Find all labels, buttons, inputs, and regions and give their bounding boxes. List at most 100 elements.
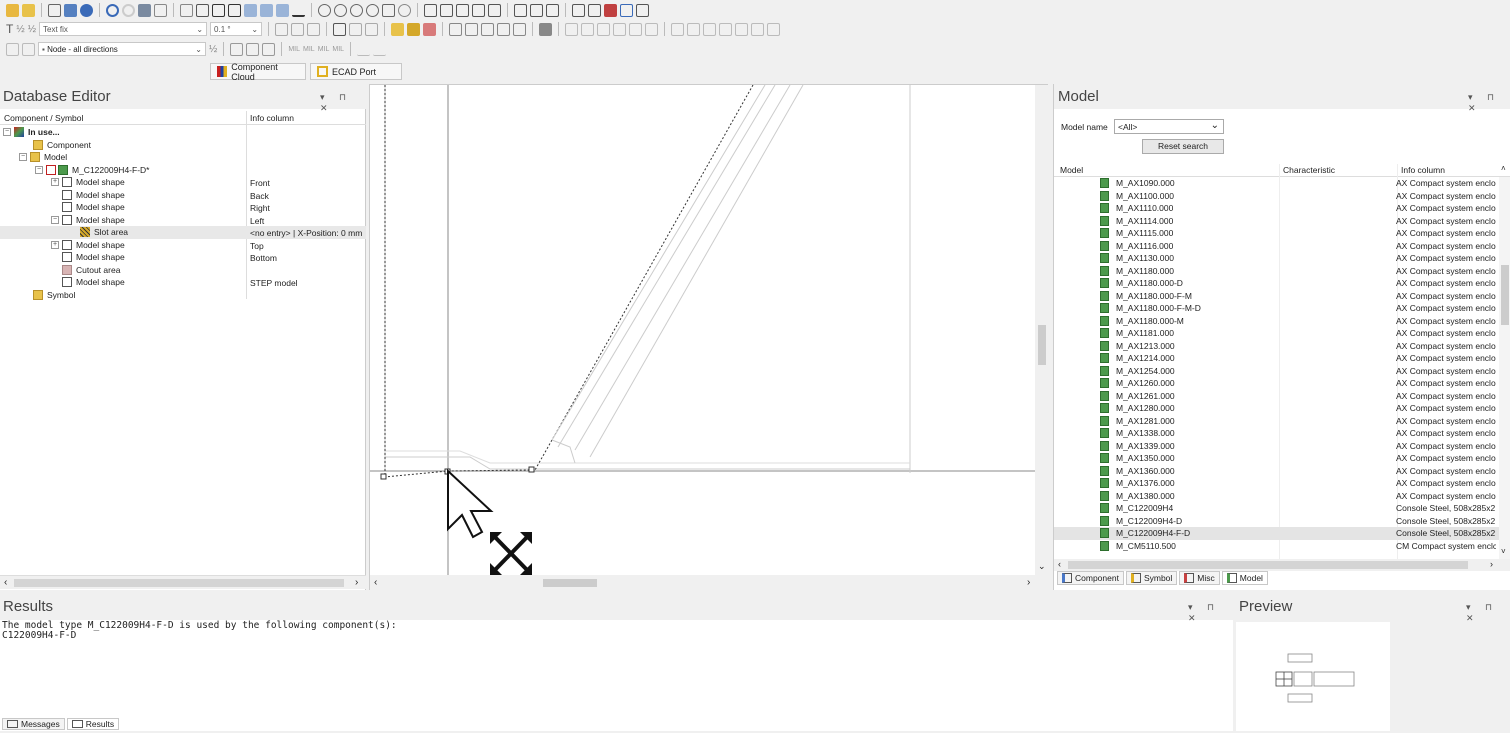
list-item[interactable]: M_AX1180.000 AX Compact system enclo [1054,265,1499,278]
list-item[interactable]: M_CM5110.500 CM Compact system enclc [1054,540,1499,553]
monitor-icon[interactable] [620,3,633,17]
copy-shape-icon[interactable] [449,22,463,36]
column-header-info[interactable]: Info column [1401,165,1445,175]
fraction-icon[interactable]: ½ [16,24,24,35]
split-horizontal-icon[interactable] [530,3,543,17]
list-item[interactable]: M_AX1376.000 AX Compact system enclo [1054,477,1499,490]
grid-icon[interactable] [180,3,193,17]
ecad-port-button[interactable]: ECAD Port [310,63,402,80]
dim-icon-1[interactable] [565,22,579,36]
collapse-icon[interactable]: − [51,215,59,224]
scroll-right-icon[interactable]: › [355,577,358,588]
undo-icon[interactable] [106,3,119,17]
list-item[interactable]: M_AX1110.000 AX Compact system enclo [1054,202,1499,215]
list-item[interactable]: M_AX1130.000 AX Compact system enclo [1054,252,1499,265]
zoom-window-icon[interactable] [382,3,395,17]
list-icon[interactable] [636,3,649,17]
open-folder-icon[interactable] [6,3,19,17]
mil-label-3[interactable]: MIL [318,46,330,53]
list-item[interactable]: M_AX1090.000 AX Compact system enclo [1054,177,1499,190]
column-header-characteristic[interactable]: Characteristic [1283,165,1335,175]
tree-item-model[interactable]: − Model [19,151,67,164]
fill-color-icon[interactable] [407,22,421,36]
snap-icon[interactable] [196,3,209,17]
delete-view-icon[interactable] [604,3,617,17]
view-icon[interactable] [588,3,601,17]
list-item[interactable]: M_AX1180.000-D AX Compact system enclo [1054,277,1499,290]
checkbox-checked-icon[interactable] [46,164,56,175]
expand-icon[interactable]: + [51,240,59,249]
folder-icon[interactable] [22,3,35,17]
collapse-icon[interactable]: − [3,128,11,137]
percent-icon[interactable] [767,22,781,36]
list-item[interactable]: M_AX1280.000 AX Compact system enclo [1054,402,1499,415]
hatch-icon[interactable] [423,22,437,36]
list-item[interactable]: M_AX1180.000-F-M AX Compact system enclo [1054,290,1499,303]
copy-shape-icon-4[interactable] [497,22,511,36]
tree-item-model-shape-bottom[interactable]: Model shape [62,251,125,264]
drawing-area[interactable] [370,85,1049,591]
group-icon[interactable] [456,3,469,17]
collapse-icon[interactable]: − [19,153,27,162]
frame-icon[interactable] [572,3,585,17]
tab-results[interactable]: Results [66,718,120,730]
polygon-icon[interactable] [228,3,241,17]
copy-shape-icon-5[interactable] [513,22,527,36]
arrange-icon-1[interactable] [671,22,685,36]
list-item[interactable]: M_AX1339.000 AX Compact system enclo [1054,440,1499,453]
fraction-alt-icon[interactable]: ½ [28,24,36,35]
scroll-thumb[interactable] [543,579,597,587]
dim-icon-5[interactable] [629,22,643,36]
text-format-icon[interactable] [349,22,363,36]
align-left-icon[interactable] [275,22,289,36]
scroll-up-icon[interactable]: ˄ [1501,164,1506,173]
text-frame-icon[interactable] [333,22,347,36]
tree-item-symbol[interactable]: Symbol [33,289,75,302]
copy-shape-icon-2[interactable] [465,22,479,36]
list-item[interactable]: M_AX1350.000 AX Compact system enclo [1054,452,1499,465]
arrow-right-icon[interactable] [373,43,387,56]
scroll-down-icon[interactable]: ⌄ [1038,561,1046,572]
list-item[interactable]: M_AX1338.000 AX Compact system enclo [1054,427,1499,440]
perpendicular-icon[interactable] [244,3,257,17]
snap-edge-icon[interactable] [262,42,276,56]
line-tool-icon[interactable] [292,4,305,17]
print-icon[interactable] [64,3,77,17]
dim-icon-2[interactable] [581,22,595,36]
list-item[interactable]: M_AX1180.000-M AX Compact system enclo [1054,315,1499,328]
mil-label-1[interactable]: MIL [288,46,300,53]
text-size-icon[interactable]: T [6,22,13,36]
tab-symbol[interactable]: Symbol [1125,571,1178,585]
list-item[interactable]: M_C122009H4-D Console Steel, 508x285x2 [1054,515,1499,528]
list-item[interactable]: M_AX1100.000 AX Compact system enclo [1054,190,1499,203]
zoom-fit-icon[interactable] [350,3,363,17]
tree-item-model-shape-step[interactable]: Model shape [62,276,125,289]
scroll-thumb[interactable] [1068,561,1468,569]
scroll-thumb[interactable] [1038,325,1046,365]
tab-misc[interactable]: Misc [1179,571,1220,585]
model-name-select[interactable]: <All> ⌄ [1114,119,1224,134]
tab-model[interactable]: Model [1221,571,1268,585]
scroll-right-icon[interactable]: › [1027,577,1030,588]
snap-point-icon[interactable] [246,42,260,56]
zoom-out-icon[interactable] [334,3,347,17]
copy-icon[interactable] [48,3,61,17]
component-cloud-button[interactable]: Component Cloud [210,62,306,82]
scroll-left-icon[interactable]: ‹ [1058,559,1061,569]
tree-item-model-shape-left[interactable]: − Model shape [51,214,125,227]
arrange-icon-3[interactable] [703,22,717,36]
tree-item-component[interactable]: Component [33,139,91,152]
arrange-icon-6[interactable] [751,22,765,36]
distribute-icon[interactable] [276,3,289,17]
redo-icon[interactable] [122,3,135,17]
arrow-left-icon[interactable] [357,43,371,56]
refresh-icon[interactable] [398,3,411,17]
scroll-thumb[interactable] [14,579,344,587]
zoom-all-icon[interactable] [366,3,379,17]
column-header-component[interactable]: Component / Symbol [4,113,83,123]
copy-shape-icon-3[interactable] [481,22,495,36]
table-icon[interactable] [424,3,437,17]
connect-alt-icon[interactable] [22,42,35,56]
window-icon[interactable] [514,3,527,17]
align-center-icon[interactable] [291,22,305,36]
